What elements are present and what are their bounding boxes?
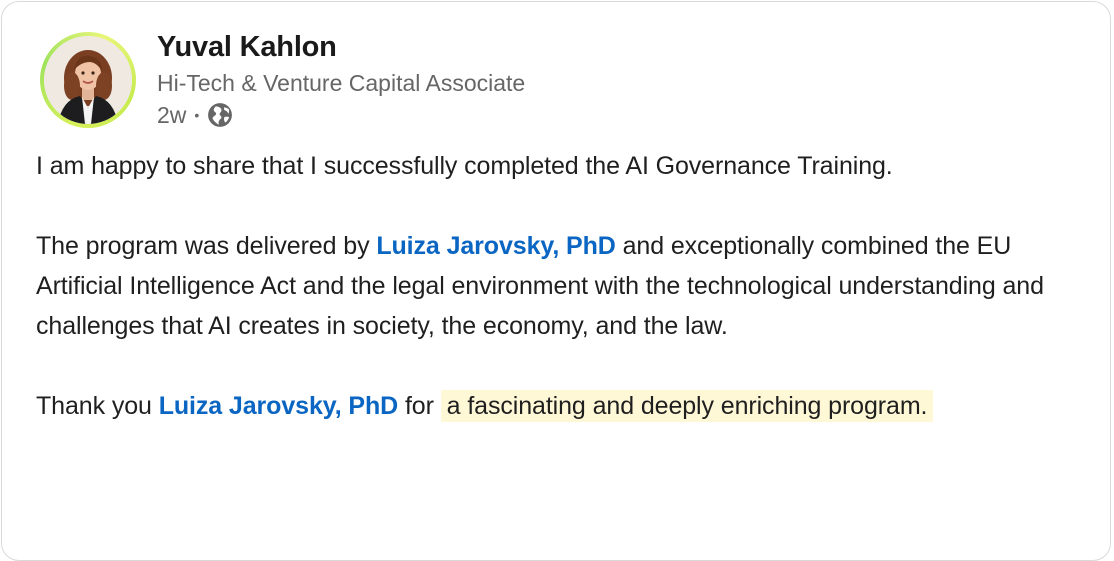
- paragraph-2-lead: The program was delivered by: [36, 232, 377, 260]
- mention-link-luiza-jarovsky[interactable]: Luiza Jarovsky, PhD: [376, 232, 616, 260]
- meta-separator: •: [194, 107, 200, 123]
- author-headline: Hi-Tech & Venture Capital Associate: [157, 70, 526, 96]
- post-paragraph-3: Thank you Luiza Jarovsky, PhD for a fasc…: [36, 386, 1086, 426]
- post-text: I am happy to share that I successfully …: [36, 146, 1086, 426]
- highlighted-text: a fascinating and deeply enriching progr…: [440, 390, 934, 422]
- paragraph-3-middle: for: [398, 392, 441, 420]
- globe-icon: [208, 103, 233, 127]
- author-name[interactable]: Yuval Kahlon: [157, 31, 337, 64]
- post-paragraph-1: I am happy to share that I successfully …: [36, 152, 893, 180]
- post-card: Yuval Kahlon Hi-Tech & Venture Capital A…: [1, 1, 1111, 561]
- post-meta: 2w •: [157, 100, 233, 130]
- paragraph-3-lead: Thank you: [36, 392, 159, 420]
- post-age: 2w: [157, 101, 187, 128]
- avatar: [44, 36, 132, 124]
- mention-link-luiza-jarovsky-2[interactable]: Luiza Jarovsky, PhD: [159, 392, 399, 420]
- author-avatar-ring[interactable]: [40, 32, 136, 128]
- post-paragraph-2: The program was delivered by Luiza Jarov…: [36, 226, 1086, 346]
